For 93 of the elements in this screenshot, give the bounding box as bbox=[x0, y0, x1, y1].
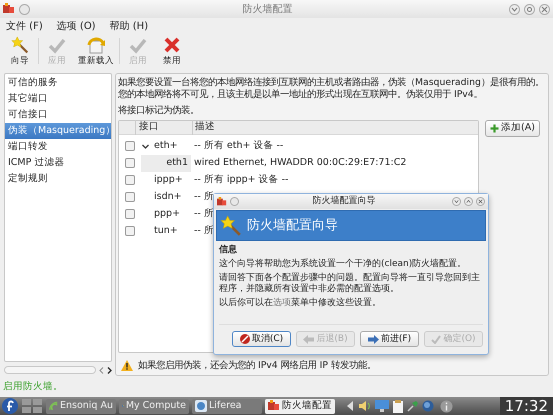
circle-icon bbox=[526, 6, 533, 12]
maximize-button[interactable] bbox=[524, 4, 535, 14]
check-icon bbox=[48, 38, 66, 54]
intro-text: 如果您要设置一台将您的本地网络连接到互联网的主机或者路由器，伪装（Masquerading）是很有用的。您的本地网络将不可见，且该主机是以单一地址的形式出现在互联网中。伪装仅用于 IPv4。 bbox=[118, 77, 545, 101]
globe-icon bbox=[195, 400, 207, 412]
wifi-waves-icon bbox=[49, 400, 58, 412]
table-cell-text: isdn+ bbox=[154, 190, 182, 204]
stop-icon bbox=[240, 334, 250, 344]
checkbox[interactable] bbox=[125, 226, 135, 236]
table-cell-text: ppp+ bbox=[154, 207, 180, 222]
cross-icon bbox=[163, 36, 181, 54]
sidebar-item[interactable]: 定制规则 bbox=[5, 171, 111, 187]
close-icon bbox=[541, 6, 548, 12]
maximize-button[interactable] bbox=[464, 197, 473, 206]
minimize-button[interactable] bbox=[452, 197, 461, 206]
checkbox[interactable] bbox=[125, 175, 135, 186]
fedora-logo-icon[interactable] bbox=[2, 398, 18, 414]
dialog-paragraph: 以后你可以在选项菜单中修改这些设置。 bbox=[219, 298, 382, 309]
monitor-icon[interactable] bbox=[375, 400, 389, 412]
magic-wand-icon bbox=[220, 214, 242, 236]
horizontal-scrollbar[interactable] bbox=[4, 366, 96, 374]
plus-icon bbox=[490, 124, 499, 133]
add-button[interactable]: 添加(A) bbox=[485, 120, 540, 137]
banner-title: 防火墙配置向导 bbox=[247, 216, 338, 235]
check-icon bbox=[129, 38, 147, 54]
pin-icon[interactable] bbox=[407, 400, 419, 412]
section-heading: 信息 bbox=[219, 245, 238, 256]
checkbox[interactable] bbox=[125, 209, 135, 220]
column-header[interactable]: 接口 bbox=[135, 120, 192, 135]
speaker-icon[interactable] bbox=[358, 400, 372, 412]
taskbar-task[interactable]: Liferea bbox=[192, 398, 262, 414]
dialog-button[interactable]: 取消(C) bbox=[232, 331, 291, 347]
checkbox[interactable] bbox=[125, 141, 135, 152]
dialog-paragraph: 这个向导将帮助您为系统设置一个干净的(clean)防火墙配置。 bbox=[219, 259, 468, 270]
toolbar-button[interactable]: 向导 bbox=[4, 36, 36, 68]
left-arrow-icon bbox=[303, 334, 314, 344]
window-menu-icon[interactable] bbox=[19, 4, 30, 14]
firewall-icon bbox=[268, 400, 280, 412]
right-arrow-icon bbox=[368, 334, 379, 344]
dialog-title: 防火墙配置向导 bbox=[312, 194, 376, 208]
status-text: 启用防火墙。 bbox=[3, 380, 63, 394]
window-title: 防火墙配置 bbox=[242, 2, 294, 16]
tray-toggle-icon[interactable] bbox=[346, 400, 355, 412]
sidebar-item[interactable]: 可信接口 bbox=[5, 107, 111, 123]
check-icon bbox=[431, 334, 442, 344]
column-header[interactable]: 描述 bbox=[192, 120, 478, 135]
scroll-right-icon[interactable] bbox=[107, 366, 112, 374]
sidebar-item[interactable]: 可信的服务 bbox=[5, 75, 111, 91]
table-cell-text: tun+ bbox=[154, 224, 178, 238]
chevron-down-icon bbox=[511, 6, 518, 12]
options-link[interactable]: 选项 bbox=[273, 298, 291, 308]
warning-text: 如果您启用伪装，还会为您的 IPv4 网络启用 IP 转发功能。 bbox=[138, 358, 376, 373]
reload-icon bbox=[86, 36, 106, 54]
sidebar-item[interactable]: ICMP 过滤器 bbox=[5, 155, 111, 171]
globe-icon[interactable] bbox=[422, 400, 434, 412]
subtitle-text: 将接口标记为伪装。 bbox=[118, 104, 200, 118]
table-cell-text: -- 所 bbox=[194, 190, 214, 204]
taskbar-task[interactable]: My Compute bbox=[119, 398, 189, 414]
firewall-icon bbox=[3, 3, 15, 15]
toolbar-button[interactable]: 禁用 bbox=[156, 36, 188, 68]
magic-wand-icon bbox=[10, 36, 30, 54]
clipboard-icon[interactable] bbox=[392, 400, 404, 412]
taskbar-task[interactable]: 防火墙配置 bbox=[265, 398, 335, 414]
window-menu-icon[interactable] bbox=[230, 197, 239, 206]
table-cell-text: ippp+ bbox=[154, 173, 183, 188]
close-icon bbox=[478, 199, 483, 204]
table-cell-text: eth1 bbox=[166, 156, 188, 170]
table-cell-text: -- 所 bbox=[194, 224, 214, 238]
sidebar-item[interactable]: 其它端口 bbox=[5, 91, 111, 107]
sidebar-item[interactable]: 伪装（Masquerading） bbox=[5, 123, 111, 139]
minimize-button[interactable] bbox=[509, 4, 520, 14]
close-button[interactable] bbox=[539, 4, 550, 14]
close-button[interactable] bbox=[476, 197, 485, 206]
dialog-button[interactable]: 前进(F) bbox=[360, 331, 419, 347]
menu-item[interactable]: 文件 (F) bbox=[6, 18, 43, 34]
info-icon[interactable] bbox=[440, 400, 453, 412]
warning-icon bbox=[121, 360, 133, 372]
dialog-paragraph: 请回答下面各个配置步骤中的问题。配置向导将一直引导您回到主程序，并隐藏所有设置中非必需的配置选项。 bbox=[219, 273, 481, 295]
table-cell-text: eth+ bbox=[154, 139, 178, 154]
table-cell-text: wired Ethernet, HWADDR 00:0C:29:E7:71:C2 bbox=[194, 156, 406, 170]
menu-item[interactable]: 帮助 (H) bbox=[110, 18, 148, 34]
firewall-icon bbox=[217, 196, 227, 206]
sidebar-item[interactable]: 端口转发 bbox=[5, 139, 111, 155]
table-cell-text: -- 所 bbox=[194, 207, 214, 222]
chevron-up-icon bbox=[466, 199, 471, 204]
taskbar-task[interactable]: Ensoniq Au bbox=[46, 398, 116, 414]
table-cell-text: -- 所有 ippp+ 设备 -- bbox=[194, 173, 288, 188]
menu-item[interactable]: 选项 (O) bbox=[56, 18, 96, 34]
table-cell-text: -- 所有 eth+ 设备 -- bbox=[194, 139, 284, 154]
checkbox[interactable] bbox=[125, 158, 135, 168]
chevron-down-icon bbox=[454, 199, 459, 204]
toolbar-button[interactable]: 重新载入 bbox=[75, 36, 117, 68]
checkbox[interactable] bbox=[125, 192, 135, 202]
